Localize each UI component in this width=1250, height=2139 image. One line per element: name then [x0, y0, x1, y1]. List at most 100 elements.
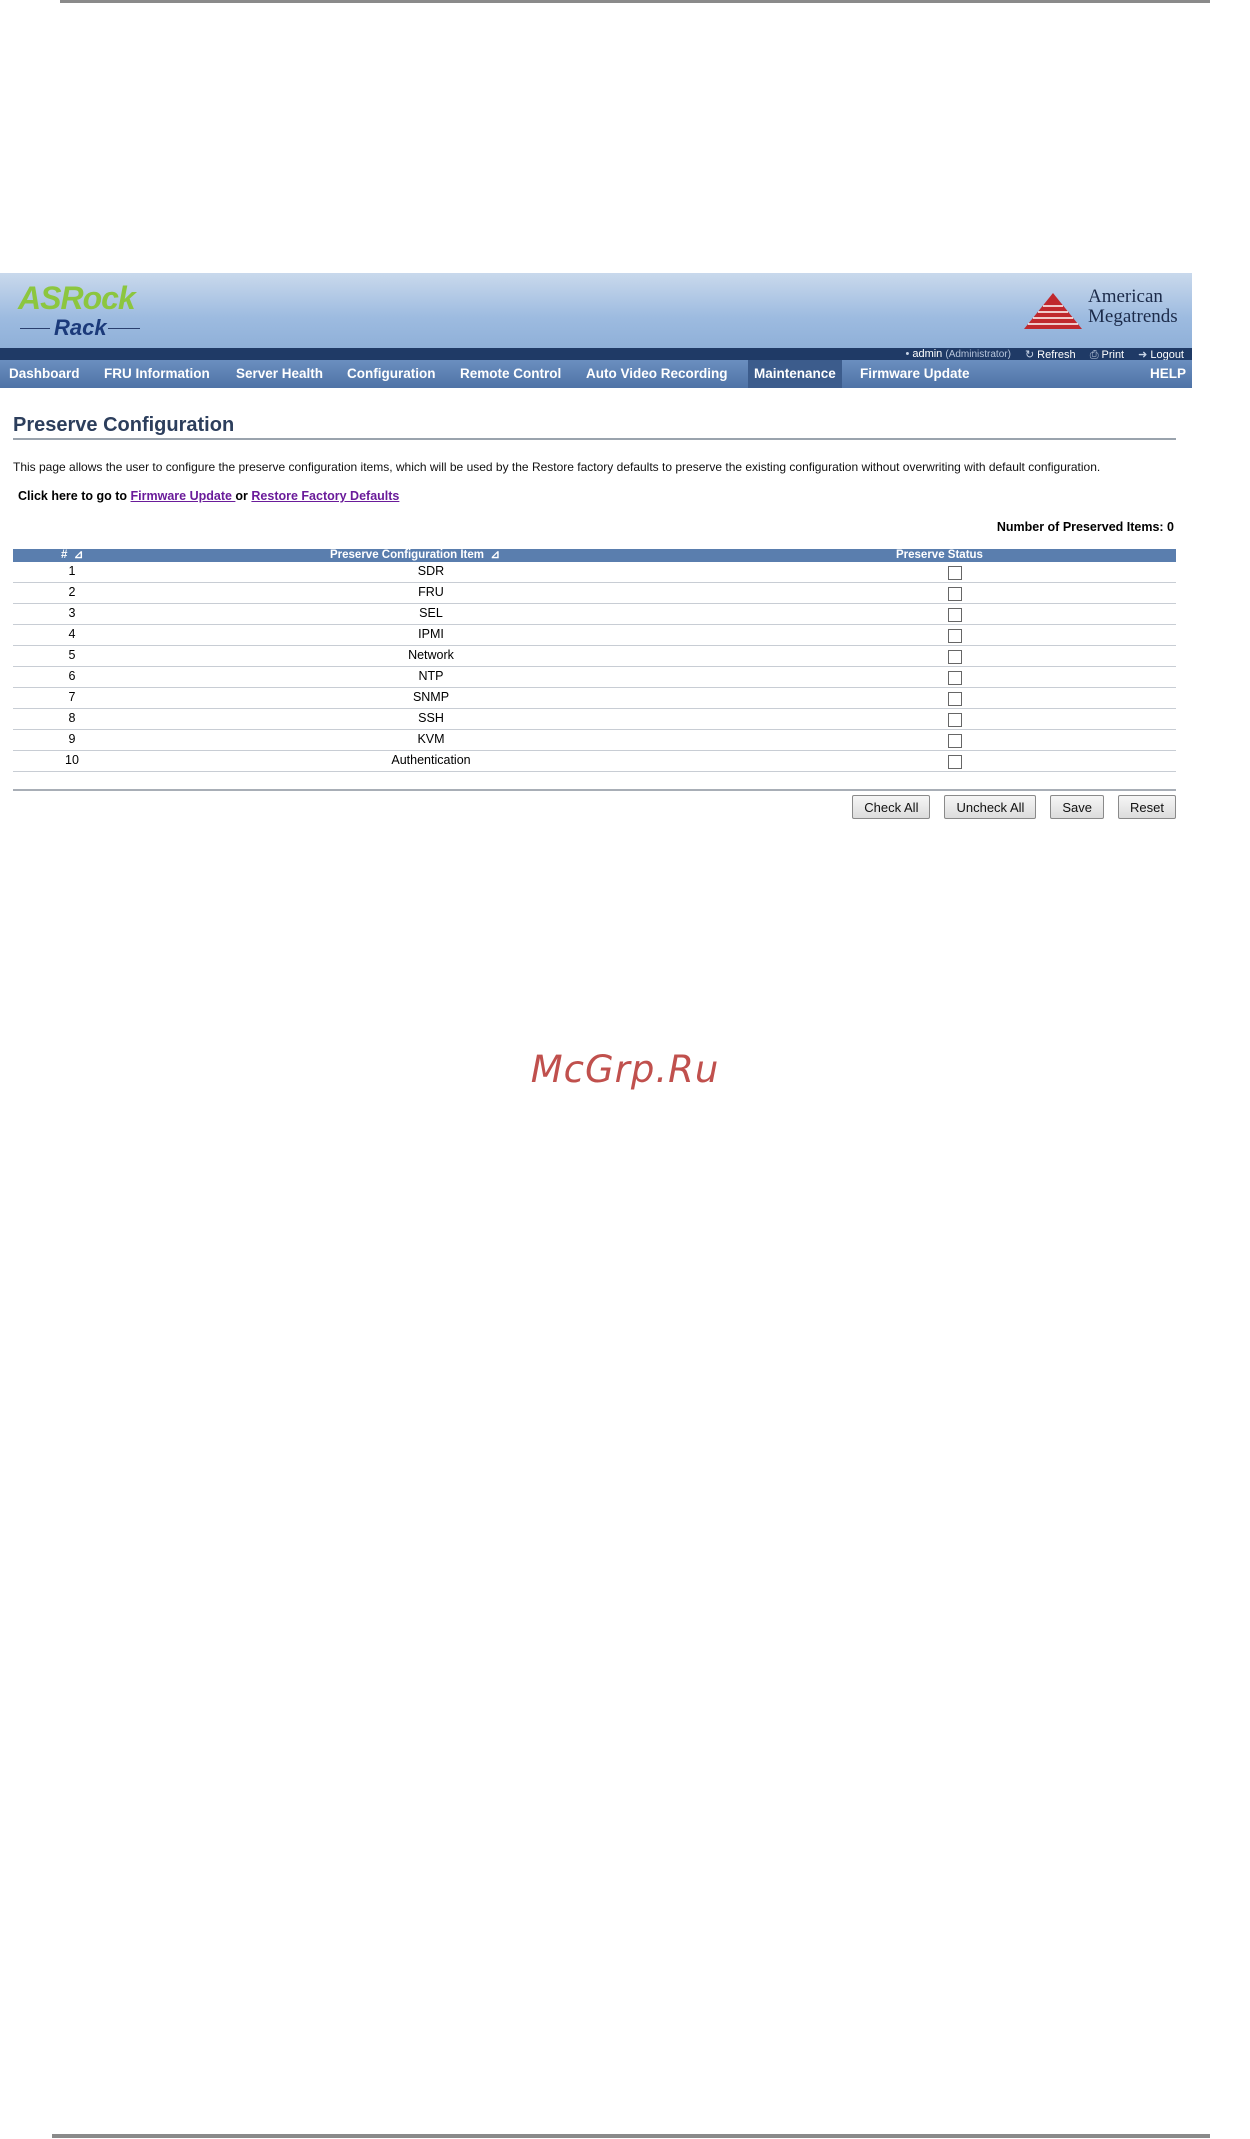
preserve-checkbox[interactable]	[948, 671, 962, 686]
sort-icon: ⊿	[73, 549, 84, 561]
preserve-checkbox[interactable]	[948, 587, 962, 602]
table-row: 3 SEL	[13, 604, 1176, 625]
row-number: 9	[68, 732, 76, 746]
row-status-cell	[931, 625, 979, 644]
table-row: 7 SNMP	[13, 688, 1176, 709]
header-number[interactable]: # ⊿	[61, 549, 83, 562]
main-nav: Dashboard FRU Information Server Health …	[0, 360, 1192, 388]
preserve-checkbox[interactable]	[948, 650, 962, 665]
table-row: 4 IPMI	[13, 625, 1176, 646]
print-link[interactable]: ⎙ Print	[1090, 349, 1124, 361]
logout-link[interactable]: ➜ Logout	[1138, 349, 1184, 361]
row-item-name: Network	[408, 648, 454, 662]
header-item[interactable]: Preserve Configuration Item ⊿	[330, 549, 500, 562]
nav-help[interactable]: HELP	[1150, 360, 1186, 388]
nav-fru-information[interactable]: FRU Information	[104, 360, 210, 388]
preserve-checkbox[interactable]	[948, 608, 962, 623]
row-status-cell	[931, 667, 979, 686]
preserve-checkbox[interactable]	[948, 566, 962, 581]
preserved-items-count: Number of Preserved Items: 0	[996, 520, 1174, 534]
row-number: 5	[68, 648, 76, 662]
row-status-cell	[931, 688, 979, 707]
reset-button[interactable]: Reset	[1118, 795, 1176, 819]
table-row: 2 FRU	[13, 583, 1176, 604]
top-rule	[60, 0, 1210, 3]
save-button[interactable]: Save	[1050, 795, 1105, 819]
user-dot-icon: •	[905, 348, 910, 360]
table-row: 9 KVM	[13, 730, 1176, 751]
user-role: (Administrator)	[945, 349, 1011, 360]
preserve-checkbox[interactable]	[948, 713, 962, 728]
print-icon: ⎙	[1089, 348, 1099, 361]
row-number: 1	[68, 564, 76, 578]
preserve-checkbox[interactable]	[948, 692, 962, 707]
bottom-rule	[52, 2134, 1210, 2138]
nav-server-health[interactable]: Server Health	[236, 360, 323, 388]
row-item-name: SNMP	[412, 690, 450, 704]
preserve-checkbox[interactable]	[948, 734, 962, 749]
ami-text-line1: American	[1088, 286, 1163, 307]
asrock-rack-logo: ASRock Rack	[18, 281, 163, 343]
restore-factory-defaults-link[interactable]: Restore Factory Defaults	[251, 489, 399, 503]
row-number: 6	[68, 669, 76, 683]
row-number: 2	[68, 585, 76, 599]
preserve-checkbox[interactable]	[948, 755, 962, 770]
goto-line: Click here to go to Firmware Update or R…	[18, 489, 400, 503]
refresh-icon: ↻	[1024, 348, 1035, 361]
table-row: 10 Authentication	[13, 751, 1176, 772]
title-divider	[13, 438, 1176, 440]
logo-rack-text: Rack	[54, 315, 107, 340]
nav-configuration[interactable]: Configuration	[347, 360, 435, 388]
row-number: 10	[65, 753, 79, 767]
header-status[interactable]: Preserve Status	[896, 549, 983, 562]
firmware-update-link[interactable]: Firmware Update	[131, 489, 236, 503]
bmc-web-app: ASRock Rack American Megatrends • admin …	[0, 273, 1192, 853]
table-row: 8 SSH	[13, 709, 1176, 730]
row-status-cell	[931, 604, 979, 623]
nav-dashboard[interactable]: Dashboard	[9, 360, 80, 388]
row-item-name: SSH	[418, 711, 444, 725]
table-header: # ⊿ Preserve Configuration Item ⊿ Preser…	[13, 549, 1176, 562]
row-item-name: SEL	[419, 606, 443, 620]
row-number: 8	[68, 711, 76, 725]
page-description: This page allows the user to configure t…	[13, 460, 1101, 474]
row-number: 3	[68, 606, 76, 620]
row-number: 7	[68, 690, 76, 704]
row-item-name: SDR	[417, 564, 445, 578]
refresh-link[interactable]: ↻ Refresh	[1025, 349, 1076, 361]
logo-asrock-text: ASRock	[18, 280, 136, 316]
watermark: McGrp.Ru	[530, 1048, 720, 1091]
row-status-cell	[931, 751, 979, 770]
nav-remote-control[interactable]: Remote Control	[460, 360, 561, 388]
preserve-checkbox[interactable]	[948, 629, 962, 644]
app-header: ASRock Rack American Megatrends	[0, 273, 1192, 348]
table-row: 5 Network	[13, 646, 1176, 667]
status-bar: • admin (Administrator) ↻ Refresh ⎙ Print ➜…	[0, 348, 1192, 361]
row-item-name: NTP	[418, 669, 444, 683]
row-item-name: KVM	[417, 732, 445, 746]
row-item-name: Authentication	[391, 753, 471, 767]
check-all-button[interactable]: Check All	[852, 795, 931, 819]
row-status-cell	[931, 562, 979, 581]
table-row: 1 SDR	[13, 562, 1176, 583]
page-title: Preserve Configuration	[13, 414, 235, 436]
ami-logo: American Megatrends	[1022, 287, 1182, 335]
preserve-config-table: # ⊿ Preserve Configuration Item ⊿ Preser…	[13, 549, 1176, 772]
row-number: 4	[68, 627, 76, 641]
sort-icon: ⊿	[490, 549, 501, 561]
row-item-name: FRU	[418, 585, 444, 599]
row-item-name: IPMI	[418, 627, 444, 641]
action-buttons: Check All Uncheck All Save Reset	[852, 795, 1176, 819]
row-status-cell	[931, 730, 979, 749]
row-status-cell	[931, 583, 979, 602]
nav-firmware-update[interactable]: Firmware Update	[860, 360, 970, 388]
table-bottom-rule	[13, 789, 1176, 791]
uncheck-all-button[interactable]: Uncheck All	[944, 795, 1037, 819]
nav-auto-video-recording[interactable]: Auto Video Recording	[586, 360, 728, 388]
table-row: 6 NTP	[13, 667, 1176, 688]
row-status-cell	[931, 646, 979, 665]
row-status-cell	[931, 709, 979, 728]
ami-text-line2: Megatrends	[1088, 306, 1178, 327]
ami-logo-icon	[1024, 293, 1082, 329]
nav-maintenance[interactable]: Maintenance	[748, 360, 842, 388]
